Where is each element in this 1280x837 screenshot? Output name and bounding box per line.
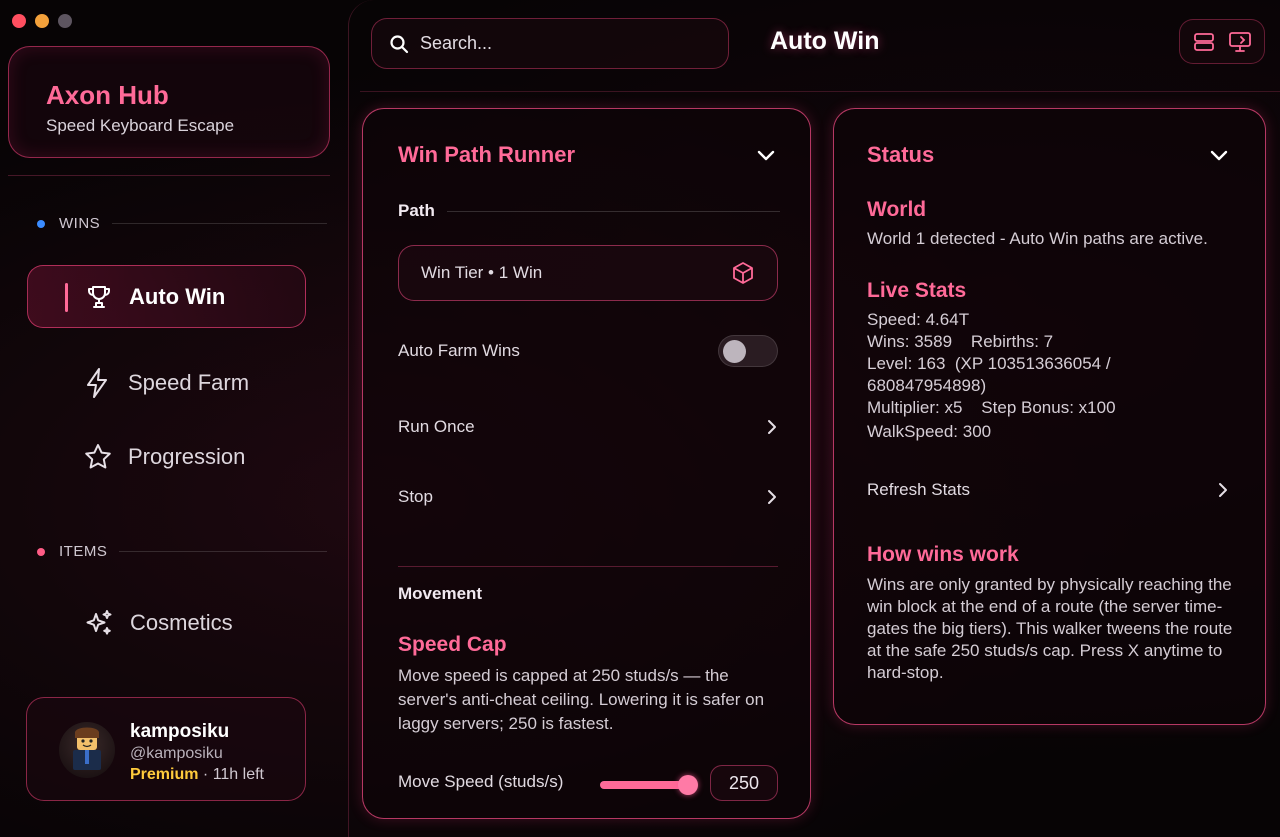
auto-farm-label: Auto Farm Wins (398, 341, 520, 360)
win-path-runner-panel: Win Path Runner Path Win Tier • 1 Win Au… (362, 108, 811, 819)
world-title: World (867, 198, 927, 221)
movement-subheader: Movement (398, 584, 494, 604)
move-speed-slider[interactable] (600, 775, 698, 795)
page-title: Auto Win (770, 27, 880, 55)
speed-cap-title: Speed Cap (398, 633, 507, 656)
stat-speed: Speed: 4.64T (867, 310, 970, 329)
brand-subtitle: Speed Keyboard Escape (46, 116, 235, 135)
sidebar-item-cosmetics[interactable]: Cosmetics (84, 608, 233, 638)
path-label: Path (398, 201, 435, 220)
active-indicator (65, 283, 68, 312)
run-once-button[interactable]: Run Once (398, 417, 778, 437)
avatar (59, 722, 115, 778)
sidebar-item-progression[interactable]: Progression (84, 443, 245, 471)
status-panel: Status World World 1 detected - Auto Win… (833, 108, 1266, 725)
move-speed-row: Move Speed (studs/s) (398, 772, 598, 792)
sidebar: Axon Hub Speed Keyboard Escape WINS Auto… (0, 0, 340, 837)
sidebar-item-label: Progression (128, 444, 246, 469)
stat-level: Level: 163 (XP 103513636054 / (867, 354, 1111, 373)
subheader-rule (446, 210, 780, 212)
app-window: Axon Hub Speed Keyboard Escape WINS Auto… (0, 0, 1280, 837)
sparkles-icon (84, 608, 114, 638)
panel-title: Status (867, 142, 935, 167)
sidebar-divider (8, 175, 330, 176)
live-stats-title: Live Stats (867, 279, 967, 302)
user-card[interactable]: kamposiku @kamposiku Premium · 11h left (26, 697, 306, 801)
cube-icon (731, 261, 755, 285)
path-subheader: Path (398, 201, 780, 221)
top-actions (1179, 19, 1265, 64)
user-plan: Premium · 11h left (130, 766, 264, 784)
chevron-right-icon (766, 488, 778, 506)
user-handle: @kamposiku (130, 745, 223, 762)
section-dot (37, 219, 45, 228)
path-dropdown[interactable]: Win Tier • 1 Win (398, 245, 778, 301)
star-icon (84, 443, 112, 471)
search-bar[interactable] (371, 18, 729, 69)
brand-card: Axon Hub Speed Keyboard Escape (8, 46, 330, 158)
section-rule (112, 223, 327, 224)
path-dropdown-value: Win Tier • 1 Win (421, 263, 543, 282)
run-once-label: Run Once (398, 417, 475, 436)
chevron-down-icon[interactable] (1209, 149, 1229, 168)
section-divider (398, 566, 778, 567)
section-header-items: ITEMS (37, 543, 327, 560)
speed-cap-description: Move speed is capped at 250 studs/s — th… (398, 666, 765, 733)
stat-wins-rebirths: Wins: 3589 Rebirths: 7 (867, 332, 1054, 351)
move-speed-label: Move Speed (studs/s) (398, 772, 564, 791)
trophy-icon (85, 284, 113, 315)
premium-badge: Premium (130, 766, 199, 783)
section-label: WINS (59, 215, 101, 232)
monitor-icon[interactable] (1227, 30, 1253, 54)
chevron-right-icon (1217, 481, 1229, 499)
section-rule (119, 551, 327, 552)
layout-icon[interactable] (1192, 30, 1216, 54)
search-icon (389, 34, 409, 54)
brand-title: Axon Hub (46, 80, 169, 110)
section-header-wins: WINS (37, 215, 327, 232)
live-stats: Speed: 4.64T Wins: 3589 Rebirths: 7 Leve… (867, 309, 1247, 443)
world-text: World 1 detected - Auto Win paths are ac… (867, 229, 1208, 248)
how-wins-title: How wins work (867, 543, 1019, 566)
section-label: ITEMS (59, 543, 108, 560)
sidebar-item-label: Cosmetics (130, 610, 233, 635)
auto-farm-toggle[interactable] (718, 335, 778, 367)
slider-thumb[interactable] (678, 775, 698, 795)
panel-title: Win Path Runner (398, 142, 576, 167)
search-input[interactable] (420, 33, 700, 54)
stat-level-xp: 680847954898) (867, 376, 987, 395)
sidebar-item-label: Speed Farm (128, 370, 250, 395)
refresh-stats-label: Refresh Stats (867, 480, 970, 499)
lightning-icon (84, 367, 112, 399)
section-dot (37, 547, 45, 556)
stat-walkspeed: WalkSpeed: 300 (867, 422, 992, 441)
stop-button[interactable]: Stop (398, 487, 778, 507)
user-name: kamposiku (130, 721, 230, 742)
plan-time-left: · 11h left (202, 766, 264, 783)
chevron-right-icon (766, 418, 778, 436)
how-wins-text: Wins are only granted by physically reac… (867, 575, 1233, 682)
movement-label: Movement (398, 584, 483, 603)
refresh-stats-button[interactable]: Refresh Stats (867, 480, 1229, 500)
sidebar-item-label: Auto Win (129, 284, 226, 309)
sidebar-item-auto-win[interactable]: Auto Win (27, 265, 306, 328)
move-speed-input[interactable]: 250 (710, 765, 778, 801)
header-divider (360, 91, 1280, 92)
toggle-knob (723, 340, 746, 363)
stop-label: Stop (398, 487, 433, 506)
stat-multiplier: Multiplier: x5 Step Bonus: x100 (867, 398, 1116, 417)
auto-farm-row[interactable]: Auto Farm Wins (398, 335, 778, 367)
chevron-down-icon[interactable] (756, 149, 776, 168)
sidebar-item-speed-farm[interactable]: Speed Farm (84, 367, 249, 399)
